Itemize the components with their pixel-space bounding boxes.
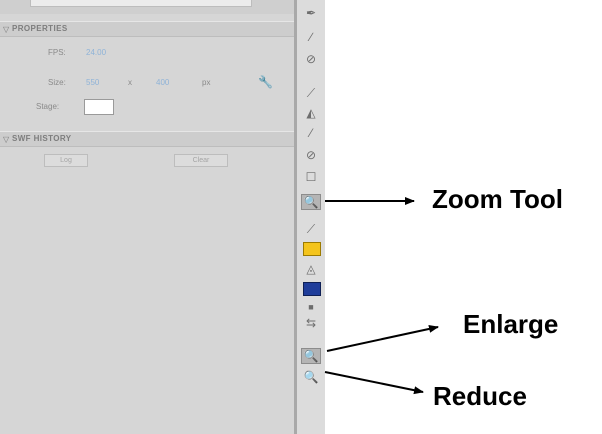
- reduce-callout: Reduce: [433, 381, 527, 411]
- enlarge-callout: Enlarge: [463, 309, 559, 339]
- callout-arrows: [324, 197, 439, 395]
- enlarge-arrow: [326, 324, 439, 352]
- zoom-tool-callout: Zoom Tool: [432, 184, 563, 214]
- reduce-arrow: [324, 371, 424, 395]
